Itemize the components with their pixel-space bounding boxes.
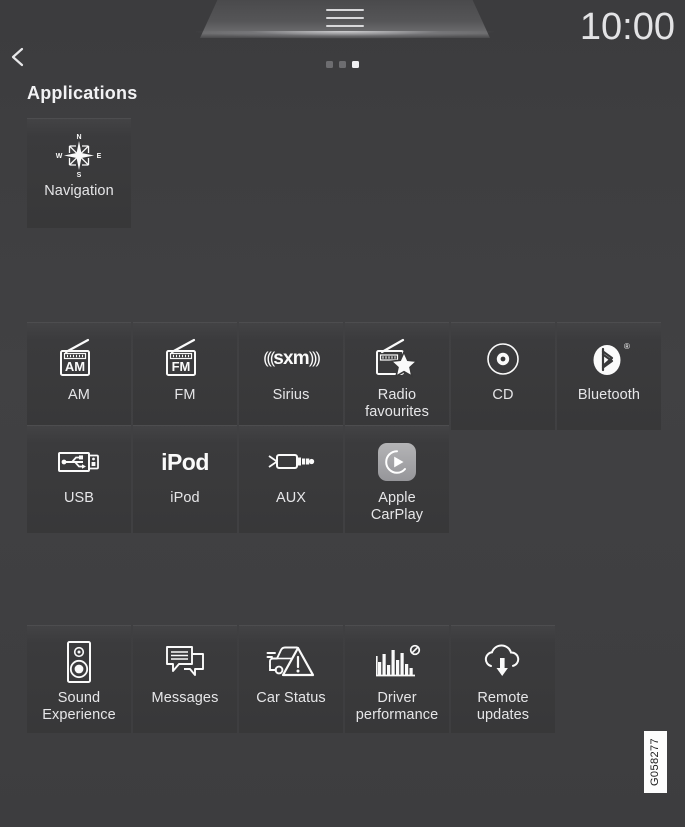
svg-text:E: E (97, 153, 102, 160)
back-button[interactable] (8, 46, 28, 68)
car-warning-icon (264, 639, 318, 685)
row-audio-sources: AM AM FM FM (27, 322, 661, 430)
tile-label: Car Status (239, 690, 343, 707)
tile-usb[interactable]: USB (27, 425, 131, 533)
svg-text:AM: AM (65, 359, 85, 374)
svg-text:N: N (76, 134, 81, 141)
cd-disc-icon (476, 336, 530, 382)
clock: 10:00 (580, 5, 675, 49)
tile-label: AM (27, 387, 131, 404)
figure-code: G058277 (650, 738, 662, 786)
row-applications: SoundExperience Messages (27, 625, 555, 733)
tile-messages[interactable]: Messages (133, 625, 237, 733)
tile-label: Navigation (27, 183, 131, 200)
tile-label: CD (451, 387, 555, 404)
svg-text:®: ® (624, 342, 630, 351)
tile-cd[interactable]: CD (451, 322, 555, 430)
tile-label: Sirius (239, 387, 343, 404)
tile-label: Remoteupdates (451, 690, 555, 724)
apple-carplay-icon (370, 439, 424, 485)
speaker-icon (52, 639, 106, 685)
sxm-logo-icon: (((sxm))) (264, 336, 318, 382)
page-dot-3[interactable] (352, 61, 359, 68)
tile-label: Radiofavourites (345, 387, 449, 421)
tile-sound-experience[interactable]: SoundExperience (27, 625, 131, 733)
compass-icon: N E S W (52, 132, 106, 178)
cloud-download-icon (476, 639, 530, 685)
tile-sirius[interactable]: (((sxm))) Sirius (239, 322, 343, 430)
tile-navigation[interactable]: N E S W (27, 118, 131, 228)
tile-label: FM (133, 387, 237, 404)
fm-radio-icon: FM (158, 336, 212, 382)
tile-ipod[interactable]: iPod iPod (133, 425, 237, 533)
tile-remote-updates[interactable]: Remoteupdates (451, 625, 555, 733)
drawer-handle-icon[interactable] (326, 9, 364, 27)
page-dot-2[interactable] (339, 61, 346, 68)
row-media-sources: USB iPod iPod AUX (27, 425, 449, 533)
tile-am[interactable]: AM AM (27, 322, 131, 430)
tile-label: AppleCarPlay (345, 490, 449, 524)
page-indicator (0, 61, 685, 68)
figure-code-watermark: G058277 (644, 731, 667, 793)
tile-label: Driverperformance (345, 690, 449, 724)
tile-label: SoundExperience (27, 690, 131, 724)
aux-jack-icon (264, 439, 318, 485)
bluetooth-icon: ® (582, 336, 636, 382)
tile-apple-carplay[interactable]: AppleCarPlay (345, 425, 449, 533)
tile-driver-performance[interactable]: Driverperformance (345, 625, 449, 733)
tile-label: Messages (133, 690, 237, 707)
infotainment-screen: 10:00 Applications N E S W (0, 0, 685, 827)
tile-bluetooth[interactable]: ® Bluetooth (557, 322, 661, 430)
page-dot-1[interactable] (326, 61, 333, 68)
am-radio-icon: AM (52, 336, 106, 382)
usb-connector-icon (52, 439, 106, 485)
tile-label: iPod (133, 490, 237, 507)
tile-car-status[interactable]: Car Status (239, 625, 343, 733)
svg-text:W: W (56, 153, 63, 160)
tile-label: USB (27, 490, 131, 507)
svg-text:FM: FM (172, 359, 191, 374)
tile-label: Bluetooth (557, 387, 661, 404)
bar-chart-icon (370, 639, 424, 685)
tile-aux[interactable]: AUX (239, 425, 343, 533)
chevron-left-icon (8, 46, 28, 68)
row-navigation: N E S W (27, 118, 131, 228)
page-title: Applications (27, 83, 137, 104)
drawer-glow (196, 31, 494, 39)
tile-fm[interactable]: FM FM (133, 322, 237, 430)
radio-star-icon (370, 336, 424, 382)
chat-bubbles-icon (158, 639, 212, 685)
ipod-wordmark-icon: iPod (158, 439, 212, 485)
tile-radio-favourites[interactable]: Radiofavourites (345, 322, 449, 430)
svg-text:S: S (77, 172, 82, 179)
tile-label: AUX (239, 490, 343, 507)
